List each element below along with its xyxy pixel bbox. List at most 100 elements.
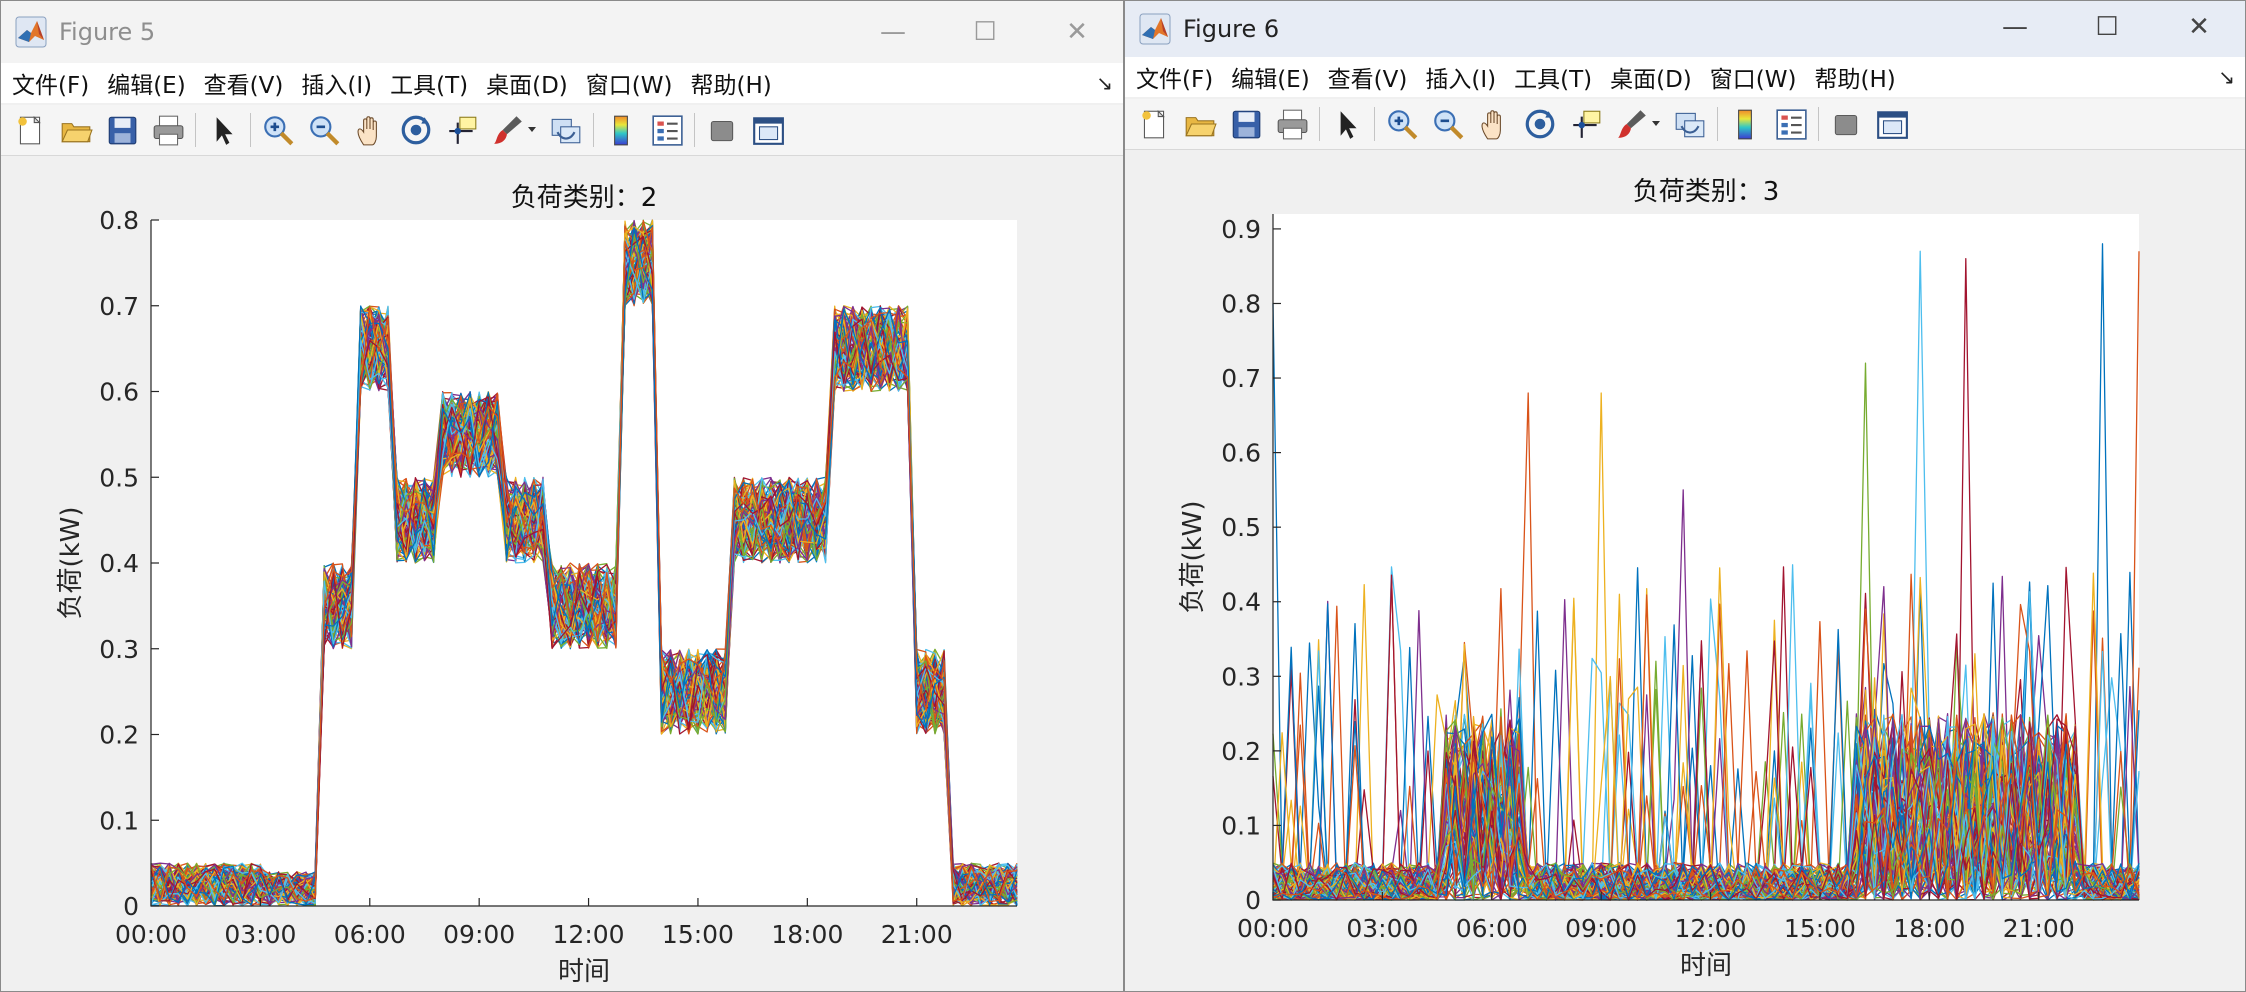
matlab-logo-icon xyxy=(1139,13,1171,45)
print-icon xyxy=(1277,109,1308,140)
chart-title: 负荷类别：2 xyxy=(511,183,658,213)
menu-desktop[interactable]: 桌面(D) xyxy=(1601,60,1701,94)
y-tick-label: 0.2 xyxy=(99,721,139,750)
x-axis-label: 时间 xyxy=(1680,951,1732,981)
x-tick-label: 15:00 xyxy=(662,920,734,949)
print-icon xyxy=(153,115,184,146)
show-tools-button[interactable] xyxy=(1871,103,1913,145)
new-figure-button[interactable] xyxy=(9,109,51,151)
menu-file[interactable]: 文件(F) xyxy=(1,66,98,100)
link-plot-button[interactable] xyxy=(1669,103,1711,145)
zoom-out-button[interactable] xyxy=(1427,103,1469,145)
menu-file[interactable]: 文件(F) xyxy=(1125,60,1222,94)
save-button[interactable] xyxy=(101,109,143,151)
toolbar-separator xyxy=(593,113,594,147)
save-icon xyxy=(108,116,137,145)
figure-canvas: 0 0.1 0.2 0.3 0.4 0.5 0.6 0.7 0.8 00:00 03:00 06:00… xyxy=(1,156,1123,991)
brush-dropdown-arrow[interactable] xyxy=(1649,103,1663,145)
toolbar-separator xyxy=(1818,107,1819,141)
save-button[interactable] xyxy=(1225,103,1267,145)
brush-icon xyxy=(494,116,522,144)
maximize-button[interactable]: ☐ xyxy=(2061,1,2153,53)
link-plot-icon xyxy=(551,118,581,144)
pan-hand-button[interactable] xyxy=(349,109,391,151)
data-cursor-button[interactable] xyxy=(441,109,483,151)
menu-window[interactable]: 窗口(W) xyxy=(1701,60,1806,94)
y-tick-label: 0.1 xyxy=(99,806,139,835)
x-tick-label: 15:00 xyxy=(1784,914,1856,943)
brush-button[interactable] xyxy=(487,109,529,151)
menu-edit[interactable]: 编辑(E) xyxy=(98,66,194,100)
menu-insert[interactable]: 插入(I) xyxy=(292,66,381,100)
link-plot-button[interactable] xyxy=(545,109,587,151)
pan-hand-button[interactable] xyxy=(1473,103,1515,145)
zoom-in-icon xyxy=(264,116,294,146)
y-tick-label: 0.4 xyxy=(99,549,139,578)
x-tick-label: 00:00 xyxy=(115,920,187,949)
zoom-in-button[interactable] xyxy=(257,109,299,151)
brush-dropdown-arrow[interactable] xyxy=(525,109,539,151)
print-button[interactable] xyxy=(147,109,189,151)
hide-tools-icon xyxy=(710,120,734,142)
menu-insert[interactable]: 插入(I) xyxy=(1416,60,1505,94)
x-tick-label: 03:00 xyxy=(1346,914,1418,943)
legend-button[interactable] xyxy=(1770,103,1812,145)
pan-hand-icon xyxy=(1481,110,1501,140)
menu-edit[interactable]: 编辑(E) xyxy=(1222,60,1318,94)
menu-help[interactable]: 帮助(H) xyxy=(681,66,780,100)
open-file-button[interactable] xyxy=(1179,103,1221,145)
hide-tools-button[interactable] xyxy=(1825,103,1867,145)
legend-button[interactable] xyxy=(646,109,688,151)
menu-view[interactable]: 查看(V) xyxy=(1319,60,1417,94)
print-button[interactable] xyxy=(1271,103,1313,145)
dock-arrow-icon[interactable]: ↘ xyxy=(2218,65,2235,89)
new-figure-icon xyxy=(18,115,41,145)
link-plot-icon xyxy=(1675,112,1705,138)
minimize-button[interactable]: — xyxy=(847,1,939,63)
figure-5-window: Figure 5 — ☐ ✕ 文件(F) 编辑(E) 查看(V) 插入(I) 工… xyxy=(0,0,1124,992)
menu-tools[interactable]: 工具(T) xyxy=(381,66,477,100)
dock-arrow-icon[interactable]: ↘ xyxy=(1096,71,1113,95)
new-figure-button[interactable] xyxy=(1133,103,1175,145)
zoom-out-button[interactable] xyxy=(303,109,345,151)
title-bar[interactable]: Figure 6 — ☐ ✕ xyxy=(1125,1,2245,57)
rotate-3d-button[interactable] xyxy=(1519,103,1561,145)
x-tick-label: 06:00 xyxy=(334,920,406,949)
menu-help[interactable]: 帮助(H) xyxy=(1805,60,1904,94)
menu-window[interactable]: 窗口(W) xyxy=(577,66,682,100)
select-arrow-button[interactable] xyxy=(202,109,244,151)
menu-desktop[interactable]: 桌面(D) xyxy=(477,66,577,100)
zoom-in-button[interactable] xyxy=(1381,103,1423,145)
rotate-3d-button[interactable] xyxy=(395,109,437,151)
y-tick-label: 0 xyxy=(1245,886,1261,915)
toolbar-separator xyxy=(1319,107,1320,141)
close-button[interactable]: ✕ xyxy=(2153,1,2245,53)
menu-tools[interactable]: 工具(T) xyxy=(1505,60,1601,94)
hide-tools-button[interactable] xyxy=(701,109,743,151)
window-title: Figure 6 xyxy=(1183,15,1280,43)
y-tick-label: 0.4 xyxy=(1221,588,1261,617)
colorbar-button[interactable] xyxy=(600,109,642,151)
colorbar-button[interactable] xyxy=(1724,103,1766,145)
maximize-button[interactable]: ☐ xyxy=(939,1,1031,63)
select-arrow-button[interactable] xyxy=(1326,103,1368,145)
x-axis-label: 时间 xyxy=(558,957,610,987)
show-tools-icon xyxy=(1877,111,1908,139)
y-tick-label: 0.3 xyxy=(99,635,139,664)
close-button[interactable]: ✕ xyxy=(1031,1,1123,63)
show-tools-button[interactable] xyxy=(747,109,789,151)
brush-button[interactable] xyxy=(1611,103,1653,145)
colorbar-icon xyxy=(1738,109,1752,140)
data-cursor-button[interactable] xyxy=(1565,103,1607,145)
y-tick-label: 0.8 xyxy=(99,206,139,235)
title-bar[interactable]: Figure 5 — ☐ ✕ xyxy=(1,1,1123,63)
select-arrow-icon xyxy=(1340,111,1357,139)
x-tick-label: 12:00 xyxy=(553,920,625,949)
y-tick-label: 0.6 xyxy=(1221,439,1261,468)
menu-view[interactable]: 查看(V) xyxy=(195,66,293,100)
data-cursor-icon xyxy=(449,116,477,144)
open-file-button[interactable] xyxy=(55,109,97,151)
minimize-button[interactable]: — xyxy=(1969,1,2061,53)
toolbar-separator xyxy=(195,113,196,147)
x-tick-label: 03:00 xyxy=(224,920,296,949)
